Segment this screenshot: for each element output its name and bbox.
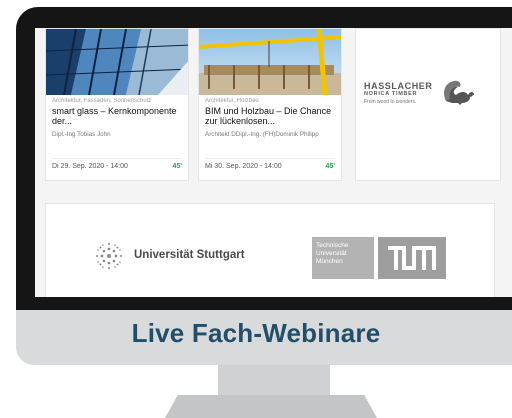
webinar-author: Architekt DDipl.-Ing. (FH)Dominik Philip… bbox=[205, 131, 319, 138]
webinar-date: Di 29. Sep. 2020 - 14:00 bbox=[52, 163, 128, 170]
tum-text-box: Technische Universität München bbox=[312, 237, 374, 279]
webinar-thumbnail bbox=[199, 29, 341, 95]
webinar-title[interactable]: smart glass – Kernkomponente der... bbox=[52, 106, 182, 127]
webinar-thumbnail bbox=[46, 29, 188, 95]
partner-logos-card: Universität Stuttgart Technische Univers… bbox=[45, 203, 495, 297]
monitor-screen: Architektur, Fassaden, Sonnenschutz smar… bbox=[35, 28, 512, 297]
hasslacher-logo: HASSLACHER NORICA TIMBER From wood to wo… bbox=[356, 79, 500, 119]
tum-logo bbox=[378, 237, 446, 279]
webinar-category: Architektur, Fassaden, Sonnenschutz bbox=[52, 98, 152, 104]
banner-title: Live Fach-Webinare bbox=[131, 318, 381, 348]
university-stuttgart-logo bbox=[96, 243, 122, 269]
webinar-footer: Di 29. Sep. 2020 - 14:00 45' bbox=[52, 158, 182, 170]
tum-text-line: München bbox=[316, 258, 343, 265]
tum-text-line: Universität bbox=[316, 250, 347, 257]
university-stuttgart-name: Universität Stuttgart bbox=[134, 249, 245, 261]
webinar-footer: Mi 30. Sep. 2020 - 14:00 45' bbox=[205, 158, 335, 170]
webinar-title[interactable]: BIM und Holzbau – Die Chance zur lückenl… bbox=[205, 106, 335, 127]
squirrel-icon bbox=[444, 80, 474, 105]
sponsor-subname: NORICA TIMBER bbox=[364, 91, 418, 97]
webinar-date: Mi 30. Sep. 2020 - 14:00 bbox=[205, 163, 282, 170]
webinar-category: Architektur, Holzbau bbox=[205, 98, 259, 104]
sponsor-tagline: From wood to wonders. bbox=[364, 99, 417, 105]
webinar-duration: 45' bbox=[172, 163, 182, 170]
monitor-stand-foot bbox=[165, 395, 377, 418]
webinar-card[interactable]: Architektur, Holzbau BIM und Holzbau – D… bbox=[198, 28, 342, 181]
tum-text-line: Technische bbox=[316, 242, 349, 249]
webinar-author: Dipl.-Ing Tobias John bbox=[52, 131, 111, 138]
webinar-card[interactable]: Architektur, Fassaden, Sonnenschutz smar… bbox=[45, 28, 189, 181]
sponsor-name: HASSLACHER bbox=[364, 81, 433, 91]
sponsor-card[interactable]: HASSLACHER NORICA TIMBER From wood to wo… bbox=[355, 28, 501, 181]
webinar-duration: 45' bbox=[325, 163, 335, 170]
monitor-stand-neck bbox=[218, 365, 330, 395]
